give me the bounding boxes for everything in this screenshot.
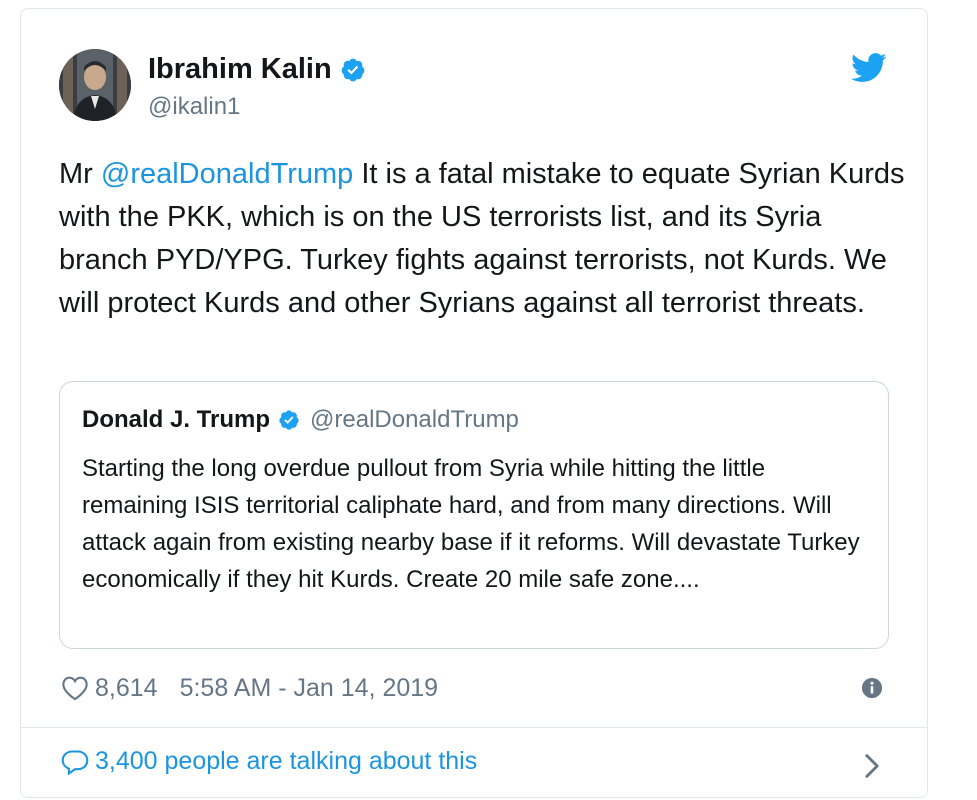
- mention-link[interactable]: @realDonaldTrump: [101, 158, 353, 190]
- verified-icon: [341, 58, 365, 81]
- author-name[interactable]: Ibrahim Kalin: [148, 53, 332, 86]
- divider: [21, 727, 927, 728]
- twitter-bird-icon[interactable]: [851, 53, 887, 83]
- tweet-meta-row: 8,614 5:58 AM - Jan 14, 2019: [61, 673, 438, 703]
- tweet-text-prefix: Mr: [59, 158, 101, 190]
- like-count[interactable]: 8,614: [95, 674, 158, 703]
- conversation-count[interactable]: 3,400 people are talking about this: [95, 747, 477, 776]
- author-name-row[interactable]: Ibrahim Kalin: [148, 53, 366, 86]
- speech-bubble-icon: [61, 749, 89, 775]
- conversation-link[interactable]: 3,400 people are talking about this: [61, 747, 477, 776]
- quoted-tweet-header: Donald J. Trump @realDonaldTrump: [82, 406, 519, 434]
- verified-icon: [279, 410, 299, 430]
- author-handle[interactable]: @ikalin1: [148, 93, 240, 121]
- info-icon[interactable]: [861, 677, 883, 699]
- tweet-timestamp[interactable]: 5:58 AM - Jan 14, 2019: [180, 674, 439, 703]
- chevron-right-icon[interactable]: [863, 753, 881, 779]
- tweet-card: Ibrahim Kalin @ikalin1 Mr @realDonaldTru…: [20, 8, 928, 798]
- quoted-author-name: Donald J. Trump: [82, 406, 271, 433]
- author-avatar[interactable]: [59, 49, 131, 121]
- quoted-tweet[interactable]: Donald J. Trump @realDonaldTrump Startin…: [59, 381, 889, 649]
- quoted-author-handle: @realDonaldTrump: [310, 406, 519, 433]
- quoted-tweet-text: Starting the long overdue pullout from S…: [82, 455, 860, 593]
- tweet-text: Mr @realDonaldTrump It is a fatal mistak…: [59, 153, 909, 325]
- heart-icon[interactable]: [61, 675, 89, 701]
- avatar-photo: [59, 49, 131, 121]
